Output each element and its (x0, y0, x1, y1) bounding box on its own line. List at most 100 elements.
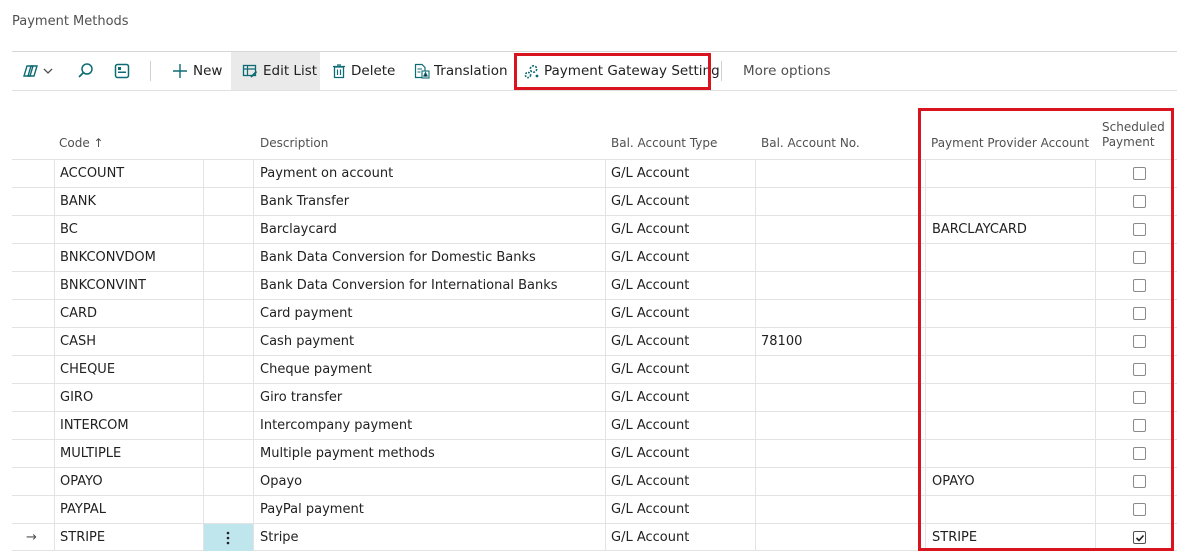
column-divider (755, 384, 756, 411)
column-divider (203, 216, 204, 243)
cell-description: Opayo (260, 474, 303, 489)
column-divider (203, 440, 204, 467)
column-divider (605, 216, 606, 243)
column-divider (605, 356, 606, 383)
cell-code[interactable]: BANK (60, 188, 96, 215)
column-divider (203, 412, 204, 439)
cell-code[interactable]: STRIPE (60, 524, 105, 551)
cell-bal-account-type: G/L Account (611, 278, 690, 293)
new-button-label: New (193, 63, 223, 79)
column-divider (755, 328, 756, 355)
column-divider (755, 300, 756, 327)
column-divider (203, 188, 204, 215)
column-divider (755, 216, 756, 243)
cell-code[interactable]: PAYPAL (60, 496, 106, 523)
column-divider (54, 188, 55, 215)
search-button[interactable] (77, 52, 95, 90)
more-options-label: More options (743, 63, 831, 79)
cell-bal-account-type: G/L Account (611, 166, 690, 181)
column-divider (54, 440, 55, 467)
column-divider (755, 440, 756, 467)
column-divider (253, 188, 254, 215)
column-divider (54, 272, 55, 299)
column-divider (54, 356, 55, 383)
cell-bal-account-type: G/L Account (611, 306, 690, 321)
more-options-button[interactable]: More options (743, 52, 830, 90)
cell-code[interactable]: ACCOUNT (60, 160, 124, 187)
chevron-down-icon (42, 65, 54, 77)
cell-bal-account-type: G/L Account (611, 390, 690, 405)
view-switch-button[interactable] (22, 52, 54, 90)
column-divider (253, 328, 254, 355)
column-divider (605, 384, 606, 411)
column-divider (755, 188, 756, 215)
column-divider (755, 272, 756, 299)
column-header-bal-account-no[interactable]: Bal. Account No. (761, 136, 860, 151)
cell-bal-account-type: G/L Account (611, 418, 690, 433)
filter-pane-icon (113, 62, 131, 80)
column-divider (203, 524, 204, 550)
column-divider (54, 216, 55, 243)
cell-code[interactable]: INTERCOM (60, 412, 129, 439)
cell-description: Card payment (260, 306, 353, 321)
column-divider (755, 244, 756, 271)
column-divider (605, 244, 606, 271)
column-divider (605, 188, 606, 215)
cell-bal-account-type: G/L Account (611, 530, 690, 545)
plus-icon (172, 63, 188, 79)
column-header-code[interactable]: Code ↑ (59, 136, 104, 151)
cell-code[interactable]: CASH (60, 328, 96, 355)
column-divider (203, 160, 204, 187)
cell-code[interactable]: GIRO (60, 384, 93, 411)
column-divider (203, 496, 204, 523)
translation-button[interactable]: Translation (414, 52, 508, 90)
column-divider (203, 300, 204, 327)
column-divider (755, 356, 756, 383)
toolbar-separator (721, 61, 722, 81)
column-divider (253, 300, 254, 327)
column-divider (605, 412, 606, 439)
filter-pane-button[interactable] (113, 52, 131, 90)
cell-code[interactable]: OPAYO (60, 468, 103, 495)
row-actions-ellipsis-icon[interactable] (203, 524, 253, 551)
column-divider (253, 384, 254, 411)
new-button[interactable]: New (164, 52, 230, 90)
delete-button-label: Delete (351, 63, 396, 79)
column-divider (755, 412, 756, 439)
column-divider (203, 356, 204, 383)
column-divider (253, 412, 254, 439)
cell-bal-account-type: G/L Account (611, 250, 690, 265)
page-title: Payment Methods (12, 14, 129, 29)
cell-code[interactable]: MULTIPLE (60, 440, 121, 467)
column-divider (54, 244, 55, 271)
column-divider (54, 384, 55, 411)
column-divider (203, 384, 204, 411)
edit-list-button[interactable]: Edit List (231, 52, 320, 90)
cell-code[interactable]: BNKCONVINT (60, 272, 146, 299)
cell-code[interactable]: BC (60, 216, 78, 243)
cell-bal-account-type: G/L Account (611, 222, 690, 237)
column-divider (605, 160, 606, 187)
column-divider (203, 328, 204, 355)
highlight-box-provider-columns (918, 108, 1174, 551)
cell-bal-account-type: G/L Account (611, 362, 690, 377)
column-divider (755, 496, 756, 523)
cell-code[interactable]: CHEQUE (60, 356, 115, 383)
cell-code[interactable]: BNKCONVDOM (60, 244, 156, 271)
cell-bal-account-type: G/L Account (611, 502, 690, 517)
cell-code[interactable]: CARD (60, 300, 97, 327)
delete-button[interactable]: Delete (332, 52, 395, 90)
column-divider (253, 356, 254, 383)
column-divider (755, 468, 756, 495)
column-divider (253, 216, 254, 243)
column-divider (253, 440, 254, 467)
column-divider (54, 496, 55, 523)
column-divider (203, 468, 204, 495)
cell-description: Bank Data Conversion for Domestic Banks (260, 250, 536, 265)
cell-description: Multiple payment methods (260, 446, 435, 461)
column-header-description[interactable]: Description (260, 136, 328, 151)
highlight-box-payment-gateway (514, 53, 711, 90)
column-divider (253, 160, 254, 187)
column-header-bal-account-type[interactable]: Bal. Account Type (611, 136, 717, 151)
toolbar-bottom-divider (12, 90, 1177, 91)
